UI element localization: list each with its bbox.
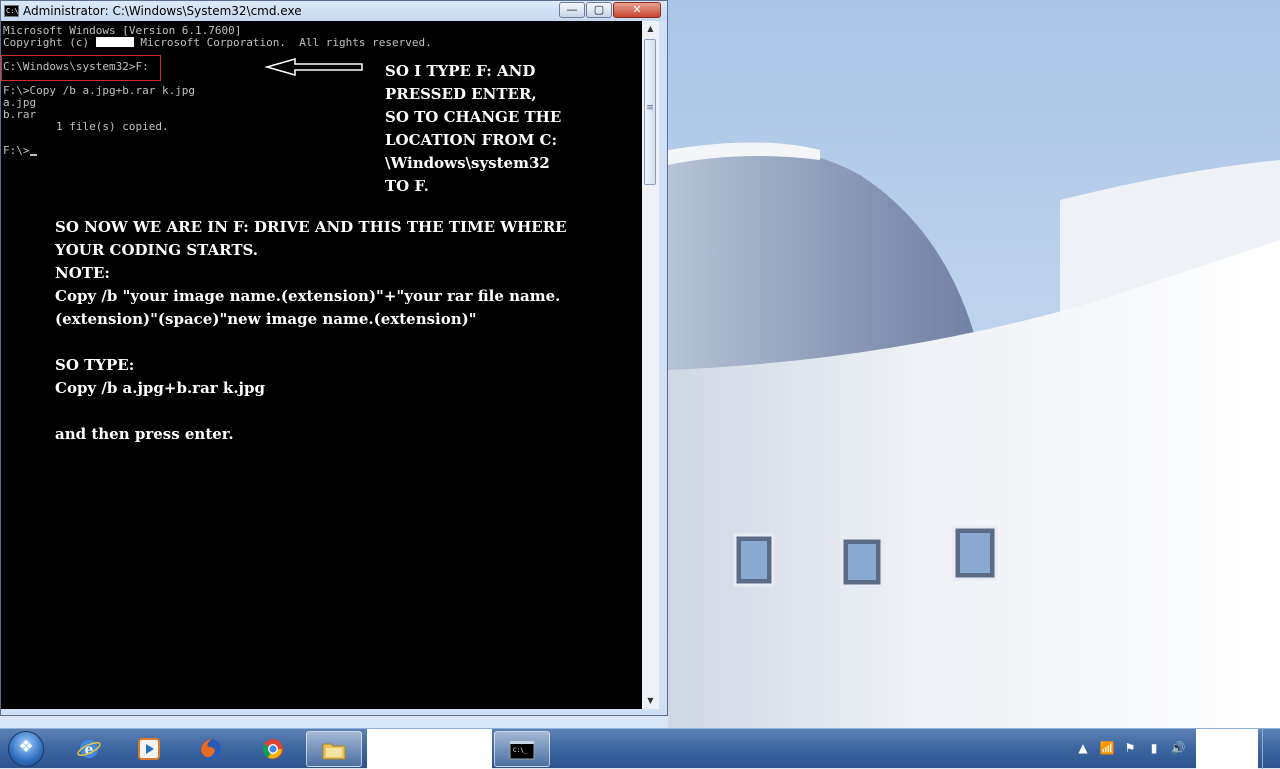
start-button[interactable]: ❖ (8, 731, 44, 767)
text-cursor (29, 154, 37, 156)
taskbar-firefox[interactable] (184, 731, 240, 767)
volume-icon[interactable]: 🔊 (1170, 741, 1186, 755)
console-line: 1 file(s) copied. (3, 120, 169, 133)
console-prompt-line: F:\> (3, 145, 37, 157)
taskbar-blank-region (367, 729, 492, 769)
taskbar-media-player[interactable] (122, 731, 178, 767)
command-prompt-icon: C:\_ (509, 740, 535, 760)
highlight-box (1, 55, 161, 81)
console-output[interactable]: Microsoft Windows [Version 6.1.7600] Cop… (1, 21, 642, 709)
console-line: Copyright (c) Microsoft Corporation. All… (3, 36, 432, 49)
minimize-icon: — (566, 3, 578, 16)
action-center-flag-icon[interactable]: ⚑ (1122, 741, 1138, 755)
vertical-scrollbar[interactable]: ▲ ≡ ▼ (642, 21, 659, 709)
taskbar-windows-explorer[interactable] (306, 731, 362, 767)
taskbar: ❖ e C:\_ ▲ 📶 ⚑ ▮ 🔊 (0, 728, 1280, 769)
scroll-thumb[interactable]: ≡ (644, 39, 656, 185)
firefox-icon (201, 739, 221, 759)
maximize-icon: ▢ (593, 3, 605, 16)
maximize-button[interactable]: ▢ (586, 2, 612, 18)
svg-text:C:\_: C:\_ (513, 747, 528, 754)
show-desktop-button[interactable] (1262, 729, 1280, 769)
taskbar-command-prompt[interactable]: C:\_ (494, 731, 550, 767)
taskbar-clock-redacted[interactable] (1196, 729, 1258, 769)
minimize-button[interactable]: — (559, 2, 585, 18)
cmd-app-icon[interactable]: C:\ (4, 5, 19, 17)
annotation-right: SO I TYPE F: AND PRESSED ENTER, SO TO CH… (385, 62, 562, 195)
annotation-main: SO NOW WE ARE IN F: DRIVE AND THIS THE T… (55, 218, 567, 443)
window-title: Administrator: C:\Windows\System32\cmd.e… (23, 4, 302, 18)
show-hidden-icons-icon[interactable]: ▲ (1075, 741, 1091, 755)
redacted-block (95, 37, 134, 47)
windows-logo-icon: ❖ (18, 737, 34, 757)
power-icon[interactable]: ▮ (1146, 741, 1162, 755)
taskbar-internet-explorer[interactable]: e (62, 731, 118, 767)
cmd-window[interactable]: C:\ Administrator: C:\Windows\System32\c… (0, 0, 668, 716)
chrome-icon (262, 739, 283, 759)
close-icon: ✕ (632, 3, 642, 16)
taskbar-chrome[interactable] (246, 731, 302, 767)
close-button[interactable]: ✕ (613, 2, 661, 18)
network-icon[interactable]: 📶 (1099, 741, 1115, 755)
windows-media-player-icon (138, 738, 160, 760)
window-titlebar[interactable]: C:\ Administrator: C:\Windows\System32\c… (1, 1, 667, 21)
scroll-down-arrow-icon[interactable]: ▼ (642, 693, 659, 709)
arrow-left-icon (265, 58, 363, 76)
grip-icon: ≡ (646, 103, 654, 113)
scroll-up-arrow-icon[interactable]: ▲ (642, 21, 659, 37)
internet-explorer-icon: e (77, 740, 101, 758)
folder-icon (322, 743, 346, 760)
